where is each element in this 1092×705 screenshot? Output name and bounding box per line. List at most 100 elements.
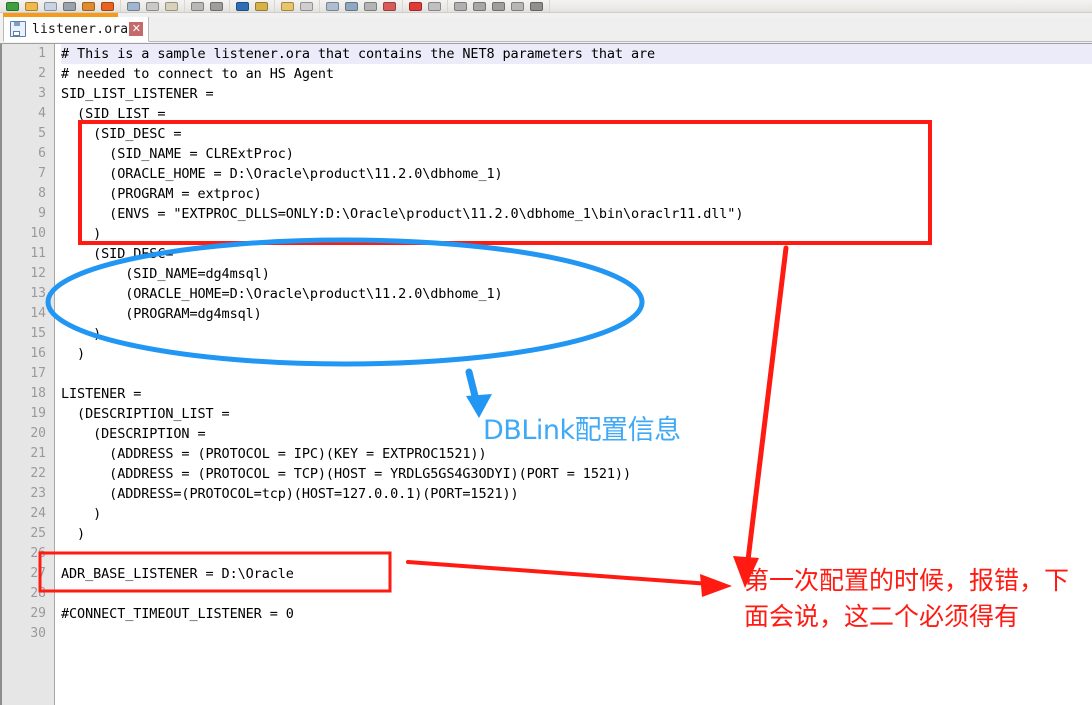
line-number: 12 [30,266,46,281]
code-line[interactable]: (SID_DESC = [61,124,1092,144]
code-line[interactable]: ) [61,504,1092,524]
code-line[interactable]: # needed to connect to an HS Agent [61,64,1092,84]
code-line[interactable]: (SID_LIST = [61,104,1092,124]
code-line[interactable]: (ORACLE_HOME = D:\Oracle\product\11.2.0\… [61,164,1092,184]
code-line[interactable]: #CONNECT_TIMEOUT_LISTENER = 0 [61,604,1092,624]
line-number: 24 [30,506,46,521]
toolbar-group-search [230,0,275,12]
code-line[interactable]: (ADDRESS=(PROTOCOL=tcp)(HOST=127.0.0.1)(… [61,484,1092,504]
record-macro-icon[interactable] [407,0,424,12]
line-number-gutter: 1 2 3 4 5 6 7 8 9 10 11 12 13 14 15 16 17 18 19 20 21 22 23 24 2… [0,44,55,705]
line-number: 4 [38,106,46,121]
settings-icon[interactable] [452,0,469,12]
code-line[interactable]: ADR_BASE_LISTENER = D:\Oracle [61,564,1092,584]
line-number: 8 [38,186,46,201]
line-number: 5 [38,126,46,141]
line-number: 25 [30,526,46,541]
line-number: 2 [38,66,46,81]
show-all-chars-icon[interactable] [343,0,360,12]
folder-as-workspace-icon[interactable] [528,0,545,12]
line-number: 6 [38,146,46,161]
line-number: 16 [30,346,46,361]
new-icon[interactable] [4,0,21,12]
find-icon[interactable] [234,0,251,12]
code-line[interactable] [61,624,1092,644]
open-folder-icon[interactable] [23,0,40,12]
toolbar-group-view [320,0,403,12]
print-icon[interactable] [80,0,97,12]
code-line[interactable]: (DESCRIPTION_LIST = [61,404,1092,424]
save-icon[interactable] [42,0,59,12]
line-number: 14 [30,306,46,321]
toolbar-group-history [185,0,230,12]
function-list-icon[interactable] [509,0,526,12]
tab-label: listener.ora [32,21,129,37]
line-number: 11 [30,246,46,261]
bookmark-icon[interactable] [381,0,398,12]
toolbar-group-file [0,0,121,12]
line-number: 15 [30,326,46,341]
close-icon[interactable]: ✕ [129,22,144,36]
code-line[interactable]: ) [61,524,1092,544]
code-editor[interactable]: 1 2 3 4 5 6 7 8 9 10 11 12 13 14 15 16 17 18 19 20 21 22 23 24 2… [0,43,1092,705]
line-number: 19 [30,406,46,421]
code-line[interactable]: (ADDRESS = (PROTOCOL = TCP)(HOST = YRDLG… [61,464,1092,484]
document-map-icon[interactable] [490,0,507,12]
save-all-icon[interactable] [61,0,78,12]
line-number: 18 [30,386,46,401]
code-line[interactable]: (ENVS = "EXTPROC_DLLS=ONLY:D:\Oracle\pro… [61,204,1092,224]
code-line[interactable] [61,544,1092,564]
play-macro-icon[interactable] [426,0,443,12]
line-number: 28 [30,586,46,601]
code-line[interactable]: ) [61,344,1092,364]
toolbar-group-edit [121,0,185,12]
line-number: 23 [30,486,46,501]
code-line[interactable]: (SID_NAME = CLRExtProc) [61,144,1092,164]
redo-icon[interactable] [208,0,225,12]
zoom-out-icon[interactable] [298,0,315,12]
toolbar [0,0,1092,13]
line-number: 17 [30,366,46,381]
code-line[interactable]: ) [61,224,1092,244]
code-line[interactable]: (SID_NAME=dg4msql) [61,264,1092,284]
code-line[interactable]: (DESCRIPTION = [61,424,1092,444]
code-line[interactable]: (PROGRAM=dg4msql) [61,304,1092,324]
undo-icon[interactable] [189,0,206,12]
code-line[interactable]: SID_LIST_LISTENER = [61,84,1092,104]
line-number: 3 [38,86,46,101]
cut-icon[interactable] [125,0,142,12]
line-number: 27 [30,566,46,581]
line-number: 20 [30,426,46,441]
indent-guide-icon[interactable] [362,0,379,12]
code-line[interactable]: ) [61,324,1092,344]
word-wrap-icon[interactable] [324,0,341,12]
line-number: 21 [30,446,46,461]
line-number: 1 [38,46,46,61]
zoom-in-icon[interactable] [279,0,296,12]
print-preview-icon[interactable] [99,0,116,12]
code-line[interactable]: (SID_DESC= [61,244,1092,264]
code-line[interactable]: (ADDRESS = (PROTOCOL = IPC)(KEY = EXTPRO… [61,444,1092,464]
tab-bar-empty-area [118,17,1092,42]
line-number: 22 [30,466,46,481]
line-number: 10 [30,226,46,241]
code-line[interactable]: LISTENER = [61,384,1092,404]
tab-listener-ora[interactable]: listener.ora ✕ [3,17,150,42]
line-number: 26 [30,546,46,561]
code-line[interactable] [61,364,1092,384]
copy-icon[interactable] [144,0,161,12]
sync-scroll-icon[interactable] [471,0,488,12]
code-line[interactable]: # This is a sample listener.ora that con… [61,44,1092,64]
floppy-disk-icon [10,21,26,37]
tab-bar: listener.ora ✕ [0,13,1092,43]
code-line[interactable]: (PROGRAM = extproc) [61,184,1092,204]
line-number: 13 [30,286,46,301]
line-number: 7 [38,166,46,181]
code-line[interactable] [61,584,1092,604]
code-content[interactable]: # This is a sample listener.ora that con… [56,44,1092,705]
replace-icon[interactable] [253,0,270,12]
code-line[interactable]: (ORACLE_HOME=D:\Oracle\product\11.2.0\db… [61,284,1092,304]
line-number: 9 [38,206,46,221]
toolbar-group-panels [448,0,550,12]
paste-icon[interactable] [163,0,180,12]
